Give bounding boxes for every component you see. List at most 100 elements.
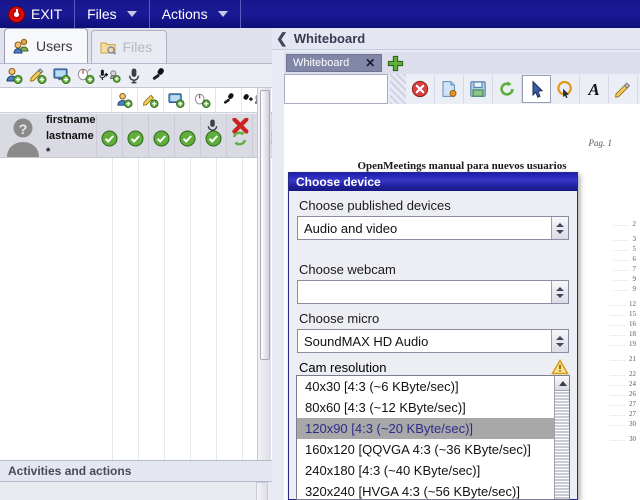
toc-page-number: 2 (633, 220, 637, 228)
chevron-down-icon (127, 11, 137, 17)
toc-entry: ......9 (572, 275, 636, 283)
cell-perm-5[interactable] (200, 114, 226, 158)
microphone-icon[interactable] (123, 66, 145, 86)
toc-dots: ...... (572, 255, 630, 263)
toc-page-number: 7 (633, 265, 637, 273)
toc-entry: ......7 (572, 265, 636, 273)
dropdown-option[interactable]: 80x60 [4:3 (~12 KByte/sec)] (297, 397, 569, 418)
toc-dots: ...... (572, 400, 626, 408)
left-panel-tabstrip: Users Files (0, 28, 272, 64)
dropdown-option[interactable]: 240x180 [4:3 (~40 KByte/sec)] (297, 460, 569, 481)
spinner-down-icon (556, 230, 564, 234)
toc-entry: ......27 (572, 410, 636, 418)
document-page-label: Pag. 1 (589, 138, 613, 148)
toc-entry: ......3 (572, 235, 636, 243)
green-plus-icon[interactable] (387, 55, 404, 72)
grid-header-screen-share (164, 88, 190, 112)
published-devices-value: Audio and video (298, 221, 397, 236)
dropdown-option[interactable]: 320x240 [HVGA 4:3 (~56 KByte/sec)] (297, 481, 569, 500)
dialog-body: Choose published devices Audio and video… (289, 198, 577, 402)
tab-files[interactable]: Files (91, 30, 168, 63)
screen-share-icon[interactable] (51, 66, 73, 86)
toc-page-number: 24 (629, 380, 636, 388)
activities-scrollbar[interactable] (256, 482, 268, 500)
cell-perm-4[interactable] (174, 114, 200, 158)
add-user-icon[interactable] (3, 66, 25, 86)
add-audio-video-icon[interactable] (99, 66, 121, 86)
micro-select[interactable]: SoundMAX HD Audio (297, 329, 569, 353)
left-panel: Users Files (0, 28, 272, 500)
refresh-icon[interactable] (493, 75, 522, 103)
toc-dots: ...... (572, 320, 626, 328)
tab-files-label: Files (123, 39, 153, 55)
chevron-left-icon[interactable]: ❮ (276, 30, 288, 47)
toc-page-number: 22 (629, 370, 636, 378)
user-name: firstname lastname * (46, 112, 96, 160)
dropdown-option[interactable]: 160x120 [QQVGA 4:3 (~36 KByte/sec)] (297, 439, 569, 460)
power-exit-icon (8, 6, 25, 23)
toc-entry: ......22 (572, 370, 636, 378)
text-tool-icon[interactable]: A (580, 75, 609, 103)
users-icon (13, 38, 30, 54)
users-grid-header (0, 88, 272, 113)
menu-item-files[interactable]: Files (75, 0, 150, 28)
lasso-select-icon[interactable] (551, 75, 580, 103)
toc-page-number: 15 (629, 310, 636, 318)
published-devices-spinner[interactable] (551, 217, 568, 239)
toc-entry: ......21 (572, 355, 636, 363)
microphone-dark-icon[interactable] (147, 66, 169, 86)
cam-resolution-dropdown[interactable]: 40x30 [4:3 (~6 KByte/sec)]80x60 [4:3 (~1… (296, 375, 570, 500)
webcam-spinner[interactable] (551, 281, 568, 303)
tab-users[interactable]: Users (4, 28, 88, 63)
grid-header-microphone (216, 88, 242, 112)
toc-dots: ...... (572, 435, 626, 443)
scroll-up-triangle (559, 381, 567, 386)
whiteboard-tab-label: Whiteboard (293, 57, 349, 69)
edit-moderator-icon[interactable] (27, 66, 49, 86)
remote-control-icon[interactable] (75, 66, 97, 86)
spinner-up-icon (556, 223, 564, 227)
toc-page-number: 18 (629, 330, 636, 338)
toc-page-number: 12 (629, 300, 636, 308)
dropdown-option[interactable]: 40x30 [4:3 (~6 KByte/sec)] (297, 376, 569, 397)
toc-dots: ...... (572, 340, 626, 348)
activities-body (0, 482, 272, 500)
user-permission-cells (96, 114, 278, 158)
toc-dots: ...... (572, 355, 626, 363)
toc-dots: ...... (572, 380, 626, 388)
whiteboard-resize-hatch[interactable] (390, 74, 406, 104)
green-check-icon (127, 130, 144, 152)
delete-icon[interactable] (406, 75, 435, 103)
table-row[interactable]: ? firstname lastname * (0, 114, 272, 158)
micro-spinner[interactable] (551, 330, 568, 352)
whiteboard-header: ❮ Whiteboard (272, 28, 640, 50)
whiteboard-tabbar: Whiteboard ✕ (284, 52, 640, 74)
cell-perm-1[interactable] (96, 114, 122, 158)
close-icon[interactable]: ✕ (365, 56, 375, 70)
webcam-select[interactable] (297, 280, 569, 304)
menu-item-actions[interactable]: Actions (150, 0, 241, 28)
whiteboard-panel-title: Whiteboard (294, 31, 366, 46)
whiteboard-tab[interactable]: Whiteboard ✕ (286, 54, 382, 72)
cell-perm-2[interactable] (122, 114, 148, 158)
users-list-scrollbar[interactable] (257, 88, 271, 460)
cell-perm-6[interactable] (226, 114, 252, 158)
dropdown-option[interactable]: 120x90 [4:3 (~20 KByte/sec)] (297, 418, 569, 439)
toc-page-number: 16 (629, 320, 636, 328)
toc-page-number: 21 (629, 355, 636, 363)
dropdown-scrollbar[interactable] (554, 376, 569, 500)
toc-page-number: 19 (629, 340, 636, 348)
published-devices-select[interactable]: Audio and video (297, 216, 569, 240)
save-icon[interactable] (464, 75, 493, 103)
menu-item-exit[interactable]: EXIT (0, 0, 75, 28)
toc-page-number: 9 (633, 275, 637, 283)
cell-perm-3[interactable] (148, 114, 174, 158)
green-check-icon (205, 130, 222, 152)
pencil-icon[interactable] (609, 75, 638, 103)
pointer-icon[interactable] (522, 75, 551, 103)
scroll-up-arrow-icon[interactable] (555, 376, 570, 391)
new-document-icon[interactable] (435, 75, 464, 103)
webcam-label: Choose webcam (299, 262, 569, 277)
tab-users-label: Users (36, 38, 73, 54)
users-list-scroll-thumb[interactable] (260, 90, 270, 360)
